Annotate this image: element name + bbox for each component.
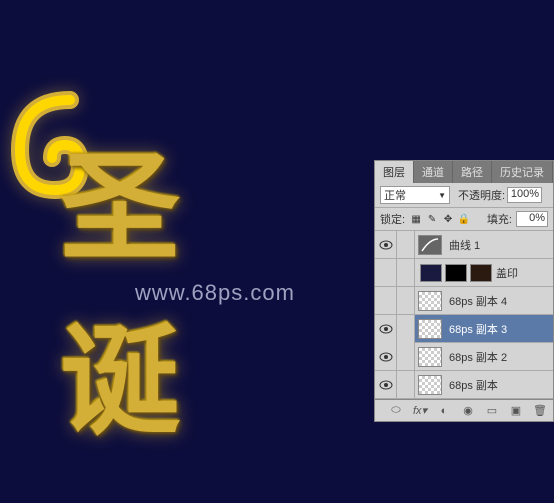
- lock-move-icon[interactable]: ✥: [441, 212, 455, 226]
- lock-transparent-icon[interactable]: ▦: [409, 212, 423, 226]
- fill-input[interactable]: 0%: [516, 211, 548, 227]
- checker-thumb-icon: [418, 375, 442, 395]
- dropdown-arrow-icon: ▼: [438, 191, 446, 200]
- layer-thumbnail: [415, 371, 445, 399]
- fill-label: 填充:: [487, 211, 512, 227]
- layer-row-copy[interactable]: 68ps 副本: [375, 371, 553, 399]
- panel-tabs: 图层 通道 路径 历史记录: [375, 161, 553, 183]
- lock-label: 锁定:: [380, 211, 405, 227]
- checker-thumb-icon: [418, 347, 442, 367]
- watermark-text: www.68ps.com: [135, 280, 295, 306]
- visibility-toggle[interactable]: [375, 315, 397, 343]
- layer-row-copy2[interactable]: 68ps 副本 2: [375, 343, 553, 371]
- visibility-toggle[interactable]: [375, 231, 397, 259]
- visibility-toggle[interactable]: [375, 259, 397, 287]
- tab-paths[interactable]: 路径: [453, 161, 492, 183]
- layer-thumbnail: [415, 231, 445, 259]
- new-layer-icon[interactable]: ▣: [508, 403, 524, 419]
- mini-thumb-2: [445, 264, 467, 282]
- panel-footer: ⬭ fx▾ ◐ ◉ ▭ ▣ 🗑: [375, 399, 553, 421]
- tab-history[interactable]: 历史记录: [492, 161, 553, 183]
- folder-icon[interactable]: ▭: [484, 403, 500, 419]
- link-col[interactable]: [397, 259, 415, 287]
- layer-name[interactable]: 68ps 副本 2: [445, 349, 553, 365]
- layer-name[interactable]: 曲线 1: [445, 237, 553, 253]
- visibility-toggle[interactable]: [375, 287, 397, 315]
- tab-layers[interactable]: 图层: [375, 161, 414, 183]
- layer-name[interactable]: 68ps 副本: [445, 377, 553, 393]
- eye-icon: [379, 324, 393, 334]
- layer-name[interactable]: 68ps 副本 3: [445, 321, 553, 337]
- layer-row-curves[interactable]: 曲线 1: [375, 231, 553, 259]
- layer-name[interactable]: 盖印: [492, 265, 553, 281]
- layer-thumbnail: [415, 287, 445, 315]
- layers-panel: 图层 通道 路径 历史记录 正常 ▼ 不透明度: 100% 锁定: ▦ ✎ ✥ …: [374, 160, 554, 422]
- visibility-toggle[interactable]: [375, 343, 397, 371]
- opacity-label: 不透明度:: [458, 187, 505, 203]
- visibility-toggle[interactable]: [375, 371, 397, 399]
- eye-icon: [379, 240, 393, 250]
- mask-icon[interactable]: ◐: [436, 403, 452, 419]
- layer-thumbnail: [415, 343, 445, 371]
- fx-icon[interactable]: fx▾: [412, 403, 428, 419]
- layer-row-stamp[interactable]: 盖印: [375, 259, 553, 287]
- link-col[interactable]: [397, 231, 415, 259]
- blend-mode-value: 正常: [384, 187, 406, 203]
- mini-thumb-3: [470, 264, 492, 282]
- opacity-input[interactable]: 100%: [507, 187, 542, 203]
- link-col[interactable]: [397, 371, 415, 399]
- layer-list: 曲线 1 盖印 68ps 副本 4: [375, 231, 553, 399]
- eye-icon: [379, 380, 393, 390]
- lock-row: 锁定: ▦ ✎ ✥ 🔒 填充: 0%: [375, 208, 553, 231]
- curves-thumb-icon: [418, 235, 442, 255]
- adjustment-icon[interactable]: ◉: [460, 403, 476, 419]
- checker-thumb-icon: [418, 319, 442, 339]
- blend-mode-dropdown[interactable]: 正常 ▼: [380, 186, 450, 204]
- eye-icon: [379, 352, 393, 362]
- layer-name[interactable]: 68ps 副本 4: [445, 293, 553, 309]
- tab-channels[interactable]: 通道: [414, 161, 453, 183]
- link-col[interactable]: [397, 343, 415, 371]
- lock-all-icon[interactable]: 🔒: [457, 212, 471, 226]
- layer-row-copy3[interactable]: 68ps 副本 3: [375, 315, 553, 343]
- checker-thumb-icon: [418, 291, 442, 311]
- mini-thumb-1: [420, 264, 442, 282]
- link-layers-icon[interactable]: ⬭: [388, 403, 404, 419]
- link-col[interactable]: [397, 315, 415, 343]
- trash-icon[interactable]: 🗑: [532, 403, 548, 419]
- lock-brush-icon[interactable]: ✎: [425, 212, 439, 226]
- blend-mode-row: 正常 ▼ 不透明度: 100%: [375, 183, 553, 208]
- layer-thumbnail: [415, 315, 445, 343]
- layer-row-copy4[interactable]: 68ps 副本 4: [375, 287, 553, 315]
- link-col[interactable]: [397, 287, 415, 315]
